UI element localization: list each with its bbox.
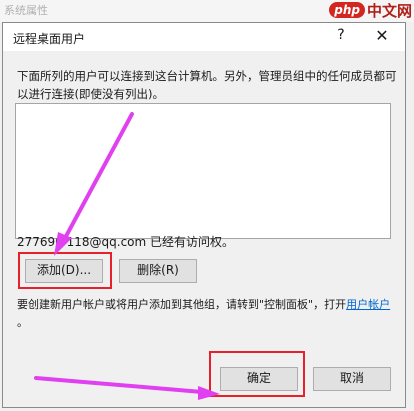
remove-button[interactable]: 删除(R) [119,259,197,283]
cancel-button[interactable]: 取消 [313,367,391,391]
dialog-title: 远程桌面用户 [13,32,86,46]
watermark: php 中文网 [329,0,412,20]
access-status-text: 277690 118@qq.com 已经有访问权。 [17,235,235,249]
user-list[interactable] [15,103,391,239]
add-button-highlight [18,252,112,289]
help-button[interactable]: ? [329,27,353,43]
remote-desktop-users-dialog: 远程桌面用户 ? ✕ 下面所列的用户可以连接到这台计算机。另外，管理员组中的任何… [2,22,406,408]
note-text: 要创建新用户帐户或将用户添加到其他组，请转到"控制面板"，打开 [17,298,347,311]
note-end: 。 [17,316,28,329]
watermark-badge: php [329,2,365,18]
control-panel-note: 要创建新用户帐户或将用户添加到其他组，请转到"控制面板"，打开用户帐户 。 [17,296,401,332]
background-window-title: 系统属性 [4,4,48,17]
watermark-text: 中文网 [366,1,412,20]
dialog-titlebar[interactable]: 远程桌面用户 ? ✕ [3,23,405,51]
user-accounts-link[interactable]: 用户帐户 [346,298,390,311]
ok-button-highlight [209,351,305,397]
close-button[interactable]: ✕ [369,26,395,45]
dialog-description: 下面所列的用户可以连接到这台计算机。另外，管理员组中的任何成员都可以进行连接(即… [17,69,397,101]
